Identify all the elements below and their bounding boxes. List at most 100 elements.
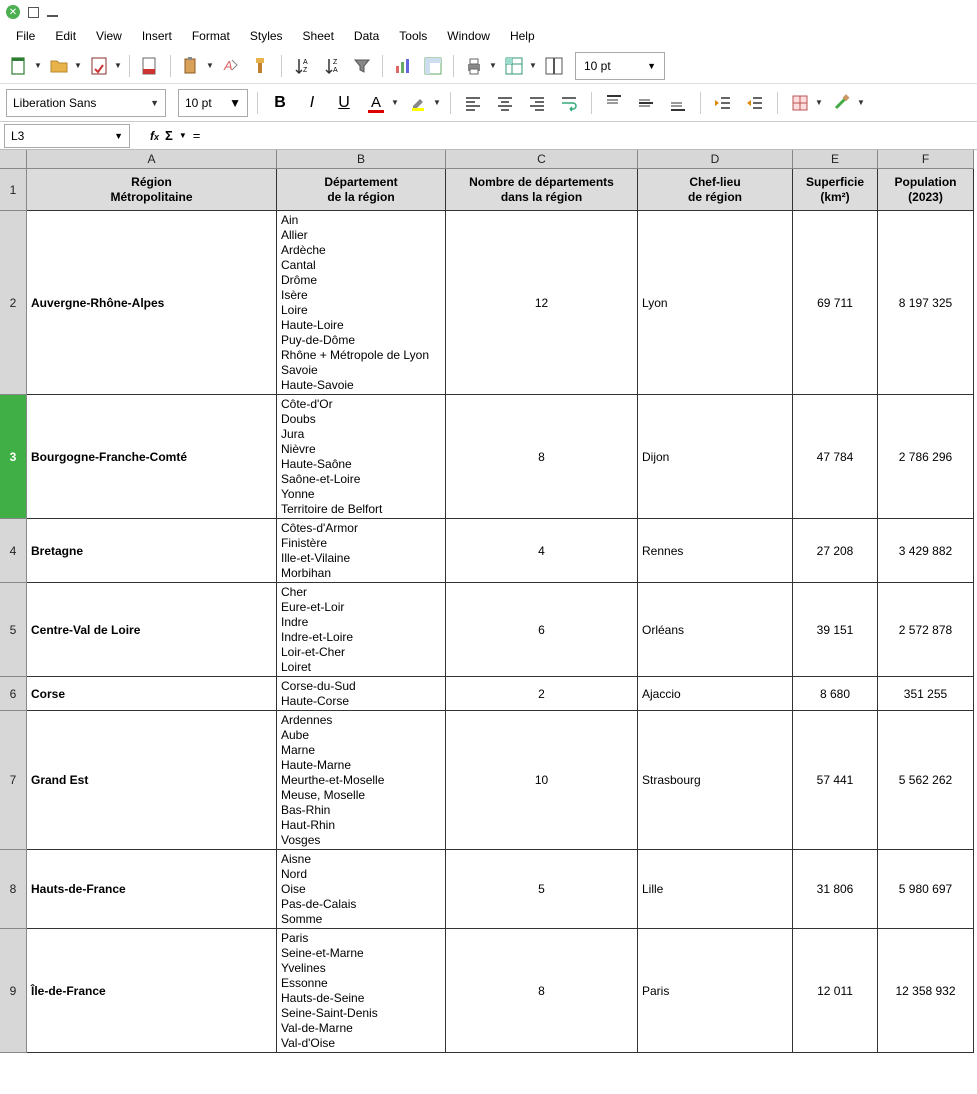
spreadsheet-grid[interactable]: ABCDEF 1Région MétropolitaineDépartement… bbox=[0, 150, 977, 1053]
cell[interactable]: Rennes bbox=[638, 519, 793, 583]
cell[interactable]: Ajaccio bbox=[638, 677, 793, 711]
cell[interactable]: 39 151 bbox=[793, 583, 878, 677]
export-pdf-button[interactable] bbox=[137, 53, 163, 79]
menu-styles[interactable]: Styles bbox=[240, 27, 293, 45]
row-header[interactable]: 5 bbox=[0, 583, 27, 677]
cell[interactable]: 2 786 296 bbox=[878, 395, 974, 519]
row-header[interactable]: 7 bbox=[0, 711, 27, 850]
cell[interactable]: 6 bbox=[446, 583, 638, 677]
cell[interactable]: Lyon bbox=[638, 211, 793, 395]
border-style-dropdown-icon[interactable]: ▼ bbox=[855, 98, 865, 107]
formula-input[interactable] bbox=[204, 125, 977, 147]
cell[interactable]: 2 572 878 bbox=[878, 583, 974, 677]
cell[interactable]: 351 255 bbox=[878, 677, 974, 711]
menu-sheet[interactable]: Sheet bbox=[293, 27, 344, 45]
cell[interactable]: 12 358 932 bbox=[878, 929, 974, 1053]
header-cell[interactable]: Superficie (km²) bbox=[793, 169, 878, 211]
highlight-button[interactable] bbox=[405, 90, 431, 116]
align-center-button[interactable] bbox=[492, 90, 518, 116]
print-button[interactable] bbox=[461, 53, 487, 79]
font-size-select[interactable]: 10 pt ▼ bbox=[178, 89, 248, 117]
window-maximize-button[interactable] bbox=[28, 7, 39, 18]
print-dropdown-icon[interactable]: ▼ bbox=[487, 61, 497, 70]
save-dropdown-icon[interactable]: ▼ bbox=[112, 61, 122, 70]
cell[interactable]: Dijon bbox=[638, 395, 793, 519]
cell[interactable]: 10 bbox=[446, 711, 638, 850]
menu-help[interactable]: Help bbox=[500, 27, 545, 45]
menu-format[interactable]: Format bbox=[182, 27, 240, 45]
menu-edit[interactable]: Edit bbox=[45, 27, 86, 45]
sum-button[interactable]: Σ bbox=[165, 128, 173, 143]
italic-button[interactable]: I bbox=[299, 90, 325, 116]
cell[interactable]: Bourgogne-Franche-Comté bbox=[27, 395, 277, 519]
function-wizard-button[interactable]: fx bbox=[150, 129, 159, 143]
open-button[interactable] bbox=[46, 53, 72, 79]
menu-window[interactable]: Window bbox=[437, 27, 500, 45]
autofilter-button[interactable] bbox=[349, 53, 375, 79]
column-header-A[interactable]: A bbox=[27, 150, 277, 169]
align-left-button[interactable] bbox=[460, 90, 486, 116]
column-header-D[interactable]: D bbox=[638, 150, 793, 169]
open-dropdown-icon[interactable]: ▼ bbox=[72, 61, 82, 70]
header-cell[interactable]: Population (2023) bbox=[878, 169, 974, 211]
cell[interactable]: 4 bbox=[446, 519, 638, 583]
borders-dropdown-icon[interactable]: ▼ bbox=[813, 98, 823, 107]
cell[interactable]: Cher Eure-et-Loir Indre Indre-et-Loire L… bbox=[277, 583, 446, 677]
row-header[interactable]: 2 bbox=[0, 211, 27, 395]
chevron-down-icon[interactable]: ▼ bbox=[179, 131, 187, 140]
menu-view[interactable]: View bbox=[86, 27, 132, 45]
cell[interactable]: Hauts-de-France bbox=[27, 850, 277, 929]
row-header[interactable]: 4 bbox=[0, 519, 27, 583]
new-button[interactable] bbox=[6, 53, 32, 79]
wrap-text-button[interactable] bbox=[556, 90, 582, 116]
menu-tools[interactable]: Tools bbox=[389, 27, 437, 45]
cell[interactable]: Ardennes Aube Marne Haute-Marne Meurthe-… bbox=[277, 711, 446, 850]
header-cell[interactable]: Nombre de départements dans la région bbox=[446, 169, 638, 211]
cell[interactable]: Paris Seine-et-Marne Yvelines Essonne Ha… bbox=[277, 929, 446, 1053]
select-all-corner[interactable] bbox=[0, 150, 27, 169]
sort-desc-button[interactable]: ZA bbox=[319, 53, 345, 79]
column-headers[interactable]: ABCDEF bbox=[27, 150, 974, 169]
align-bottom-button[interactable] bbox=[665, 90, 691, 116]
font-name-select[interactable]: Liberation Sans ▼ bbox=[6, 89, 166, 117]
cell[interactable]: Aisne Nord Oise Pas-de-Calais Somme bbox=[277, 850, 446, 929]
row-header[interactable]: 9 bbox=[0, 929, 27, 1053]
cell[interactable]: 5 980 697 bbox=[878, 850, 974, 929]
cell[interactable]: 8 bbox=[446, 395, 638, 519]
cell[interactable]: Grand Est bbox=[27, 711, 277, 850]
cell[interactable]: Côtes-d'Armor Finistère Ille-et-Vilaine … bbox=[277, 519, 446, 583]
column-header-F[interactable]: F bbox=[878, 150, 974, 169]
column-header-C[interactable]: C bbox=[446, 150, 638, 169]
border-style-button[interactable] bbox=[829, 90, 855, 116]
column-header-E[interactable]: E bbox=[793, 150, 878, 169]
chart-button[interactable] bbox=[390, 53, 416, 79]
cell[interactable]: 69 711 bbox=[793, 211, 878, 395]
menu-file[interactable]: File bbox=[6, 27, 45, 45]
menu-insert[interactable]: Insert bbox=[132, 27, 182, 45]
cell[interactable]: Corse bbox=[27, 677, 277, 711]
cell[interactable]: Centre-Val de Loire bbox=[27, 583, 277, 677]
cell[interactable]: Bretagne bbox=[27, 519, 277, 583]
cell[interactable]: 31 806 bbox=[793, 850, 878, 929]
cell[interactable]: Strasbourg bbox=[638, 711, 793, 850]
formula-button[interactable]: = bbox=[193, 128, 201, 143]
highlight-dropdown-icon[interactable]: ▼ bbox=[431, 98, 441, 107]
cell[interactable]: 5 bbox=[446, 850, 638, 929]
window-close-button[interactable]: ✕ bbox=[6, 5, 20, 19]
paste-dropdown-icon[interactable]: ▼ bbox=[204, 61, 214, 70]
bold-button[interactable]: B bbox=[267, 90, 293, 116]
row-header[interactable]: 3 bbox=[0, 395, 27, 519]
pivot-button[interactable] bbox=[420, 53, 446, 79]
cell[interactable]: Côte-d'Or Doubs Jura Nièvre Haute-Saône … bbox=[277, 395, 446, 519]
increase-indent-button[interactable] bbox=[710, 90, 736, 116]
underline-button[interactable]: U bbox=[331, 90, 357, 116]
clone-formatting-button[interactable] bbox=[248, 53, 274, 79]
freeze-button[interactable] bbox=[501, 53, 527, 79]
window-minimize-button[interactable] bbox=[47, 15, 58, 17]
header-cell[interactable]: Département de la région bbox=[277, 169, 446, 211]
sort-asc-button[interactable]: AZ bbox=[289, 53, 315, 79]
new-dropdown-icon[interactable]: ▼ bbox=[32, 61, 42, 70]
align-right-button[interactable] bbox=[524, 90, 550, 116]
row-header[interactable]: 1 bbox=[0, 169, 27, 211]
name-box[interactable]: L3 ▼ bbox=[4, 124, 130, 148]
